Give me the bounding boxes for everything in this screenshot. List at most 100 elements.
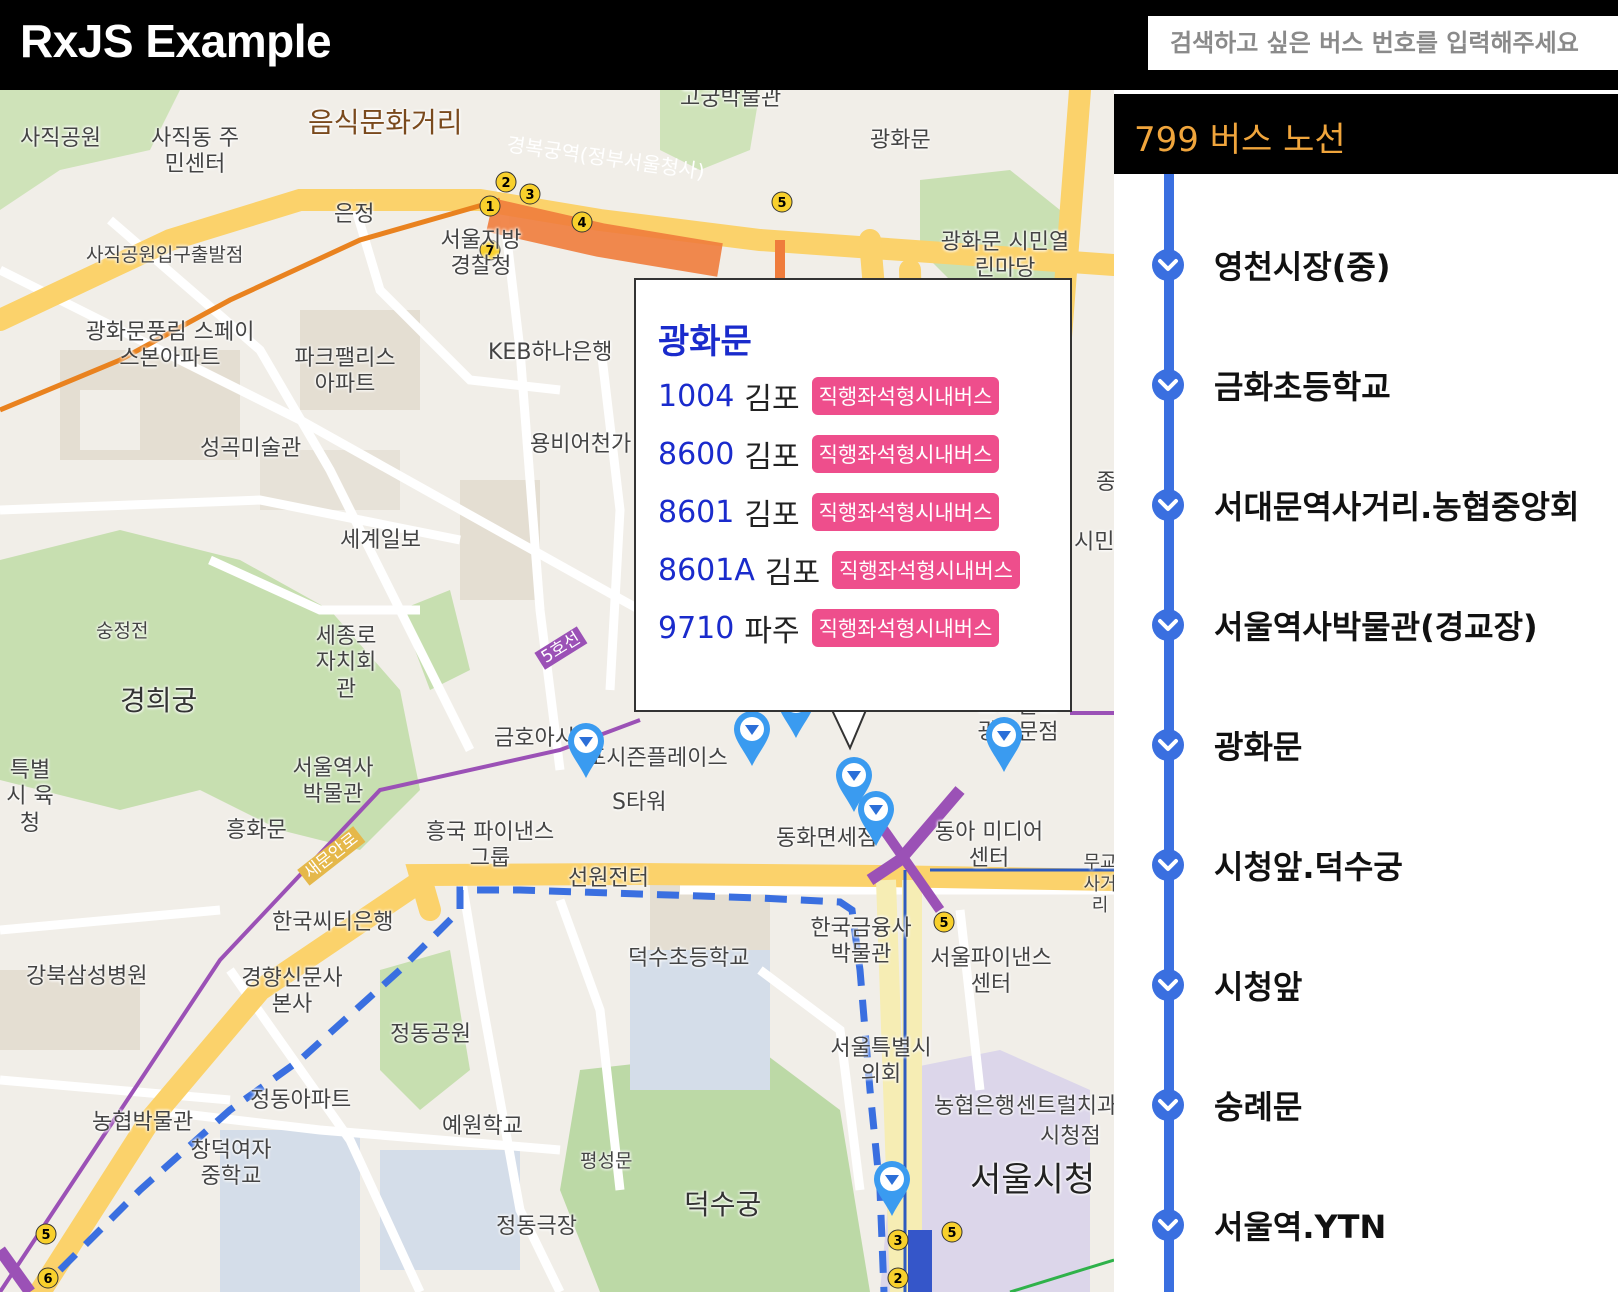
svg-text:3: 3 — [893, 1234, 902, 1249]
route-stop[interactable]: 서대문역사거리.농협중앙회 — [1114, 472, 1618, 532]
bus-stop-marker[interactable] — [872, 1160, 912, 1216]
map-label: 사직동 주민센터 — [151, 126, 239, 178]
popup-route-row[interactable]: 8601 김포 직행좌석형시내버스 — [658, 492, 1000, 533]
stop-info-popup: 광화문 1004 김포 직행좌석형시내버스 8600 김포 직행좌석형시내버스 … — [634, 278, 1072, 712]
chevron-down-icon — [1152, 1209, 1184, 1241]
map-label: 고궁박물관 — [680, 90, 782, 111]
route-stop[interactable]: 금화초등학교 — [1114, 352, 1618, 412]
map-label: 경향신문사 본사 — [241, 966, 343, 1018]
map-label: 흥화문 — [226, 818, 287, 843]
map-label: 한국씨티은행 — [272, 910, 394, 935]
map-label: 광화문 시민열린마당 — [940, 230, 1070, 282]
route-number: 8601 — [658, 494, 735, 530]
map-label: 창덕여자 중학교 — [190, 1138, 272, 1190]
map-label: 흥국 파이낸스그룹 — [425, 820, 555, 872]
chevron-down-icon — [1152, 609, 1184, 641]
route-type-badge: 직행좌석형시내버스 — [811, 493, 1000, 531]
svg-text:2: 2 — [893, 1272, 902, 1287]
map-label: 음식문화거리 — [308, 106, 463, 139]
route-region: 김포 — [744, 440, 800, 475]
map-label: 서울시청 — [970, 1160, 1096, 1200]
map-view[interactable]: 2 3 1 4 7 5 5 3 5 2 5 6 사직공원 사직동 주민센터 음식… — [0, 90, 1114, 1292]
route-number: 8601A — [658, 552, 755, 588]
route-stop[interactable]: 시청앞.덕수궁 — [1114, 832, 1618, 892]
route-region: 파주 — [744, 614, 800, 649]
stop-name: 서대문역사거리.농협중앙회 — [1214, 488, 1580, 526]
map-label: 농협박물관 — [92, 1110, 194, 1135]
map-label: 정동공원 — [390, 1022, 471, 1047]
chevron-down-icon — [1152, 369, 1184, 401]
map-label: 특별시 육청 — [6, 758, 54, 836]
route-stop[interactable]: 숭례문 — [1114, 1072, 1618, 1132]
bus-stop-marker[interactable] — [732, 710, 772, 766]
svg-text:2: 2 — [501, 176, 510, 191]
map-label: 서울지방 경찰청 — [440, 228, 522, 280]
route-region: 김포 — [744, 382, 800, 417]
stop-name: 시청앞 — [1214, 968, 1303, 1006]
route-stop[interactable]: 광화문 — [1114, 712, 1618, 772]
map-label: 성곡미술관 — [200, 436, 302, 461]
chevron-down-icon — [1152, 729, 1184, 761]
route-number: 8600 — [658, 436, 735, 472]
chevron-down-icon — [1152, 1089, 1184, 1121]
map-label: 은정 — [334, 202, 375, 227]
map-label: 평성문 — [580, 1150, 633, 1172]
route-stop[interactable]: 서울역.YTN — [1114, 1192, 1618, 1252]
chevron-down-icon — [1152, 489, 1184, 521]
map-label: 숭정전 — [96, 620, 149, 642]
map-label: 용비어천가 — [530, 432, 632, 457]
route-type-badge: 직행좌석형시내버스 — [811, 435, 1000, 473]
map-label: 한국금융사 박물관 — [810, 916, 912, 968]
popup-route-row[interactable]: 9710 파주 직행좌석형시내버스 — [658, 608, 1000, 649]
map-label: 덕수초등학교 — [628, 946, 750, 971]
map-label: KEB하나은행 — [488, 340, 613, 365]
map-label: 서울역사 박물관 — [292, 756, 374, 808]
app-title: RxJS Example — [20, 15, 332, 67]
map-label: 경희궁 — [120, 684, 198, 717]
route-type-badge: 직행좌석형시내버스 — [811, 377, 1000, 415]
svg-text:5: 5 — [777, 196, 786, 211]
map-label: 파크팰리스 아파트 — [294, 346, 396, 398]
route-region: 김포 — [744, 498, 800, 533]
map-label: 세종로 자치회관 — [315, 624, 377, 702]
popup-route-row[interactable]: 1004 김포 직행좌석형시내버스 — [658, 376, 1000, 417]
map-label: 덕수궁 — [684, 1188, 762, 1221]
svg-text:3: 3 — [525, 188, 534, 203]
route-sidebar[interactable]: 799 버스 노선 영천시장(중) 금화초등학교 서대문역사거리.농협중앙회 서… — [1114, 90, 1618, 1292]
chevron-down-icon — [1152, 969, 1184, 1001]
stop-name: 영천시장(중) — [1214, 248, 1391, 286]
popup-route-row[interactable]: 8600 김포 직행좌석형시내버스 — [658, 434, 1000, 475]
popup-pointer — [830, 707, 868, 751]
stop-name: 시청앞.덕수궁 — [1214, 848, 1403, 886]
map-label: 사직공원 — [20, 126, 101, 151]
map-label: 강북삼성병원 — [26, 964, 148, 989]
map-label: 시민 — [1074, 530, 1114, 555]
map-label: 서울파이낸스 센터 — [930, 946, 1052, 998]
map-label: 금호아시 — [494, 726, 575, 751]
route-type-badge: 직행좌석형시내버스 — [811, 609, 1000, 647]
map-label: 세계일보 — [340, 528, 421, 553]
route-number: 1004 — [658, 378, 735, 414]
route-stop[interactable]: 영천시장(중) — [1114, 232, 1618, 292]
map-label: 예원학교 — [442, 1114, 523, 1139]
map-label: 동아 미디어센터 — [934, 820, 1044, 872]
stop-name: 숭례문 — [1214, 1088, 1303, 1126]
route-stop[interactable]: 서울역사박물관(경교장) — [1114, 592, 1618, 652]
bus-search-input[interactable] — [1148, 16, 1618, 70]
bus-stop-marker[interactable] — [984, 716, 1024, 772]
map-label: 정동아파트 — [250, 1088, 352, 1113]
map-label: 사직공원입구출발점 — [86, 244, 244, 266]
bus-stop-marker[interactable] — [856, 790, 896, 846]
route-type-badge: 직행좌석형시내버스 — [832, 551, 1020, 589]
route-region: 김포 — [764, 556, 821, 591]
map-label: 시청점 — [1040, 1124, 1101, 1149]
map-label: 서울특별시 의회 — [830, 1036, 932, 1088]
bus-stop-marker[interactable] — [566, 722, 606, 778]
popup-route-row[interactable]: 8601A 김포 직행좌석형시내버스 — [658, 550, 1020, 591]
svg-text:5: 5 — [939, 916, 948, 931]
stop-name: 금화초등학교 — [1214, 368, 1391, 406]
route-stop[interactable]: 시청앞 — [1114, 952, 1618, 1012]
stop-name: 서울역사박물관(경교장) — [1214, 608, 1538, 646]
popup-stop-title: 광화문 — [658, 322, 752, 362]
map-label: S타워 — [612, 790, 667, 815]
